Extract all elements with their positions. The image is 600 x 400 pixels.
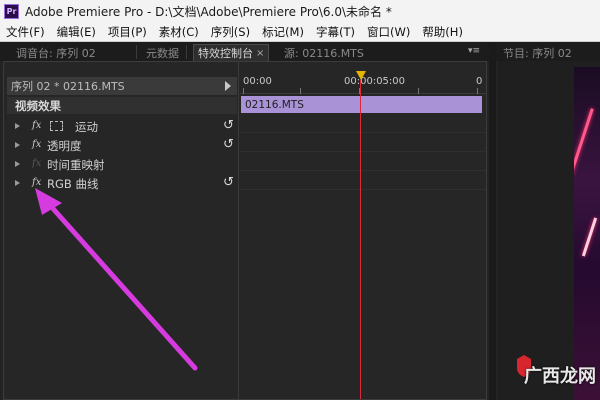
- tab-source[interactable]: 源: 02116.MTS: [284, 44, 364, 61]
- menu-file[interactable]: 文件(F): [0, 24, 51, 40]
- track-line: [240, 151, 486, 152]
- effects-list-pane: 序列 02 * 02116.MTS 视频效果 fx 运动 ↺ fx 透明度 ↺ …: [4, 62, 239, 399]
- program-monitor-panel: [498, 61, 600, 400]
- expand-triangle-icon[interactable]: [15, 123, 20, 129]
- fx-toggle-icon[interactable]: fx: [32, 120, 41, 131]
- menu-clip[interactable]: 素材(C): [153, 24, 205, 40]
- menu-help[interactable]: 帮助(H): [416, 24, 469, 40]
- menu-window[interactable]: 窗口(W): [361, 24, 416, 40]
- menu-marker[interactable]: 标记(M): [256, 24, 310, 40]
- fx-disabled-icon: fx: [32, 158, 42, 169]
- tab-divider: [136, 45, 137, 59]
- menu-edit[interactable]: 编辑(E): [51, 24, 102, 40]
- tab-audio-mixer[interactable]: 调音台: 序列 02: [16, 44, 96, 61]
- effect-row-rgb-curves[interactable]: fx RGB 曲线 ↺: [7, 174, 237, 193]
- track-line: [240, 170, 486, 171]
- timecode-mid: 00:00:05:00: [344, 76, 406, 87]
- play-triangle-icon[interactable]: [225, 81, 231, 91]
- timecode-start: 00:00: [243, 76, 272, 87]
- effect-label: 运动: [75, 120, 98, 134]
- video-neon-streak: [574, 108, 594, 176]
- motion-transform-icon[interactable]: [50, 121, 63, 131]
- playhead-marker-icon[interactable]: [356, 71, 366, 80]
- effect-row-opacity[interactable]: fx 透明度 ↺: [7, 136, 237, 155]
- effect-row-time-remapping[interactable]: fx 时间重映射: [7, 155, 237, 174]
- sequence-clip-label: 序列 02 * 02116.MTS: [11, 80, 125, 93]
- tab-metadata[interactable]: 元数据: [146, 44, 179, 61]
- reset-icon[interactable]: ↺: [223, 137, 234, 152]
- effect-timeline-pane: 00:00 00:00:05:00 0 02116.MTS: [240, 62, 486, 399]
- playhead-line[interactable]: [360, 80, 361, 399]
- track-line: [240, 189, 486, 190]
- video-neon-streak: [581, 217, 598, 257]
- panel-tab-row: 调音台: 序列 02 元数据 特效控制台 × 源: 02116.MTS ▾≡ 节…: [0, 42, 600, 61]
- section-video-effects: 视频效果: [7, 97, 237, 114]
- tab-effect-controls[interactable]: 特效控制台 ×: [193, 44, 270, 61]
- title-bar: Pr Adobe Premiere Pro - D:\文档\Adobe\Prem…: [0, 0, 600, 22]
- panel-divider[interactable]: [489, 42, 496, 400]
- effect-row-motion[interactable]: fx 运动 ↺: [7, 117, 237, 136]
- tab-program[interactable]: 节目: 序列 02: [503, 44, 572, 61]
- ruler-tick: [243, 88, 244, 94]
- track-line: [240, 132, 486, 133]
- expand-triangle-icon[interactable]: [15, 180, 20, 186]
- close-icon[interactable]: ×: [256, 48, 264, 59]
- watermark-text: 广西龙网: [524, 366, 596, 387]
- ruler-tick: [477, 88, 478, 94]
- reset-icon[interactable]: ↺: [223, 175, 234, 190]
- effect-label: RGB 曲线: [47, 177, 99, 191]
- premiere-app-icon[interactable]: Pr: [4, 3, 19, 19]
- effect-controls-panel: 序列 02 * 02116.MTS 视频效果 fx 运动 ↺ fx 透明度 ↺ …: [3, 61, 487, 400]
- timeline-clip[interactable]: 02116.MTS: [241, 96, 482, 113]
- ruler-tick: [418, 88, 419, 94]
- panel-menu-icon[interactable]: ▾≡: [468, 46, 480, 56]
- sequence-clip-selector[interactable]: 序列 02 * 02116.MTS: [7, 77, 237, 95]
- timecode-end: 0: [476, 76, 483, 87]
- fx-toggle-icon[interactable]: fx: [32, 177, 41, 188]
- ruler-tick: [300, 88, 301, 94]
- menu-title[interactable]: 字幕(T): [310, 24, 361, 40]
- tab-effect-controls-label: 特效控制台: [198, 47, 253, 60]
- program-video-frame: [574, 67, 600, 400]
- expand-triangle-icon[interactable]: [15, 161, 20, 167]
- reset-icon[interactable]: ↺: [223, 118, 234, 133]
- effect-label: 透明度: [47, 139, 82, 153]
- menu-sequence[interactable]: 序列(S): [205, 24, 256, 40]
- window-title: Adobe Premiere Pro - D:\文档\Adobe\Premier…: [25, 4, 392, 19]
- menu-bar: 文件(F) 编辑(E) 项目(P) 素材(C) 序列(S) 标记(M) 字幕(T…: [0, 22, 600, 42]
- expand-triangle-icon[interactable]: [15, 142, 20, 148]
- fx-toggle-icon[interactable]: fx: [32, 139, 41, 150]
- menu-project[interactable]: 项目(P): [102, 24, 153, 40]
- effect-label: 时间重映射: [47, 158, 105, 172]
- tab-divider: [186, 45, 187, 59]
